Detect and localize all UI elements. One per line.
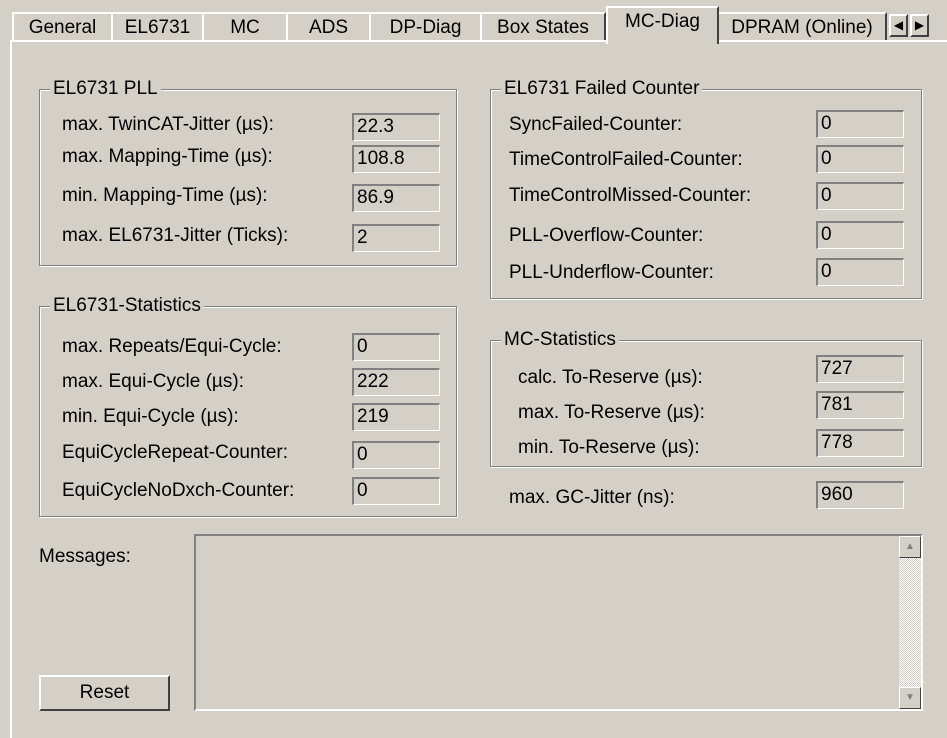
group-title: EL6731 Failed Counter (501, 77, 703, 101)
tab-dpram-online[interactable]: DPRAM (Online) (717, 12, 887, 42)
mc-field-max-to-reserve: 781 (816, 391, 904, 419)
stat-label-equicycle-nodxch: EquiCycleNoDxch-Counter: (62, 480, 295, 501)
stat-label-max-repeats: max. Repeats/Equi-Cycle: (62, 336, 282, 357)
arrow-up-icon: ▲ (905, 541, 915, 552)
mc-field-calc-to-reserve: 727 (816, 355, 904, 383)
tab-scroll-right-button[interactable]: ▶ (910, 14, 929, 37)
pll-label-max-mapping-time: max. Mapping-Time (µs): (62, 146, 273, 167)
stat-label-max-equi-cycle: max. Equi-Cycle (µs): (62, 371, 244, 392)
failed-label-pll-overflow: PLL-Overflow-Counter: (509, 225, 704, 246)
group-title: MC-Statistics (501, 328, 619, 352)
group-title: EL6731 PLL (50, 77, 161, 101)
messages-label: Messages: (39, 546, 131, 567)
pll-label-el6731-jitter: max. EL6731-Jitter (Ticks): (62, 225, 289, 246)
failed-label-timecontrolfailed: TimeControlFailed-Counter: (509, 149, 743, 170)
mc-label-min-to-reserve: min. To-Reserve (µs): (518, 437, 700, 458)
failed-label-timecontrolmissed: TimeControlMissed-Counter: (509, 185, 752, 206)
pll-label-min-mapping-time: min. Mapping-Time (µs): (62, 185, 268, 206)
stat-field-max-equi-cycle: 222 (352, 368, 440, 396)
scroll-up-button[interactable]: ▲ (899, 536, 921, 558)
pll-field-min-mapping-time: 86.9 (352, 184, 440, 212)
stat-field-equicycle-nodxch: 0 (352, 477, 440, 505)
tab-box-states[interactable]: Box States (480, 12, 606, 42)
mc-label-calc-to-reserve: calc. To-Reserve (µs): (518, 367, 703, 388)
reset-button[interactable]: Reset (39, 675, 170, 711)
stat-field-min-equi-cycle: 219 (352, 403, 440, 431)
mc-field-min-to-reserve: 778 (816, 429, 904, 457)
failed-field-pll-overflow: 0 (816, 221, 904, 249)
messages-box[interactable]: ▲ ▼ (194, 534, 923, 711)
tab-general[interactable]: General (12, 12, 113, 42)
tab-dp-diag[interactable]: DP-Diag (369, 12, 482, 42)
failed-label-syncfailed: SyncFailed-Counter: (509, 114, 683, 135)
stat-field-equicycle-repeat: 0 (352, 441, 440, 469)
failed-field-pll-underflow: 0 (816, 258, 904, 286)
mc-label-max-to-reserve: max. To-Reserve (µs): (518, 402, 705, 423)
gc-jitter-field: 960 (816, 481, 904, 509)
tab-mc-diag[interactable]: MC-Diag (606, 6, 719, 44)
stat-field-max-repeats: 0 (352, 333, 440, 361)
tab-scroll-left-button[interactable]: ◀ (889, 14, 908, 37)
gc-jitter-label: max. GC-Jitter (ns): (509, 487, 675, 508)
failed-field-syncfailed: 0 (816, 110, 904, 138)
failed-field-timecontrolmissed: 0 (816, 182, 904, 210)
stat-label-min-equi-cycle: min. Equi-Cycle (µs): (62, 406, 239, 427)
pll-label-twincat-jitter: max. TwinCAT-Jitter (µs): (62, 114, 274, 135)
tab-el6731[interactable]: EL6731 (111, 12, 204, 42)
scroll-down-button[interactable]: ▼ (899, 687, 921, 709)
pll-field-max-mapping-time: 108.8 (352, 145, 440, 173)
pll-field-twincat-jitter: 22.3 (352, 113, 440, 141)
arrow-left-icon: ◀ (893, 18, 904, 32)
arrow-down-icon: ▼ (905, 692, 915, 703)
tab-mc[interactable]: MC (202, 12, 288, 42)
pll-field-el6731-jitter: 2 (352, 224, 440, 252)
stat-label-equicycle-repeat: EquiCycleRepeat-Counter: (62, 442, 289, 463)
tab-ads[interactable]: ADS (286, 12, 371, 42)
failed-label-pll-underflow: PLL-Underflow-Counter: (509, 262, 714, 283)
messages-scrollbar[interactable]: ▲ ▼ (899, 536, 921, 709)
arrow-right-icon: ▶ (914, 18, 925, 32)
tab-strip: General EL6731 MC ADS DP-Diag Box States… (0, 0, 947, 44)
failed-field-timecontrolfailed: 0 (816, 145, 904, 173)
group-title: EL6731-Statistics (50, 294, 204, 318)
